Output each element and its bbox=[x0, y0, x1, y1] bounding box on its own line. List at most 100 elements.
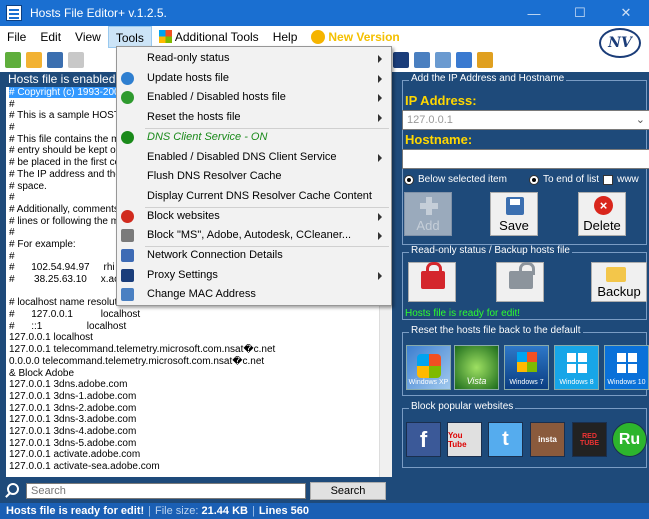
hosts-line-text: 127.0.0.1 3dns.adobe.com bbox=[9, 379, 128, 391]
twitter-icon: t bbox=[502, 428, 509, 450]
tools-menu-item[interactable]: Network Connection Details bbox=[117, 246, 391, 266]
window-title: Hosts File Editor+ v.1.2.5. bbox=[30, 6, 167, 20]
hosts-line-text: # Additionally, comments bbox=[9, 203, 119, 215]
hosts-line-text: & Block Adobe bbox=[9, 367, 75, 379]
hosts-line-text: # This is a sample HOST bbox=[9, 110, 120, 122]
reset-windows-7-button[interactable]: Windows 7 bbox=[504, 345, 549, 390]
hand-icon bbox=[121, 209, 134, 223]
hosts-editor-app-icon bbox=[6, 5, 22, 21]
www-checkbox[interactable] bbox=[603, 174, 614, 185]
block-redtube-button[interactable]: RED TUBE bbox=[572, 422, 607, 457]
reset-windows-8-button[interactable]: Windows 8 bbox=[554, 345, 599, 390]
hosts-line: # ::1 localhost bbox=[9, 321, 392, 333]
menu-bar: File Edit View Tools Additional Tools He… bbox=[0, 26, 649, 48]
edit-icon[interactable] bbox=[435, 52, 451, 68]
hosts-line: 127.0.0.1 3dns-2.adobe.com bbox=[9, 403, 392, 415]
ip-address-input[interactable]: 127.0.0.1 ⌄ bbox=[402, 110, 649, 130]
windows-8-icon bbox=[567, 353, 587, 373]
hosts-line: 127.0.0.1 3dns.adobe.com bbox=[9, 379, 392, 391]
tools-menu-item[interactable]: Read-only status bbox=[117, 49, 391, 69]
block-twitter-button[interactable]: t bbox=[488, 422, 523, 457]
hosts-line: 127.0.0.1 localhost bbox=[9, 332, 392, 344]
menu-view[interactable]: View bbox=[68, 26, 108, 48]
hosts-line-text: 127.0.0.1 telecommand.telemetry.microsof… bbox=[9, 344, 276, 356]
hosts-line-text: # This file contains the m bbox=[9, 133, 120, 145]
reset-windows-10-button[interactable]: Windows 10 bbox=[604, 345, 649, 390]
block-instagram-button[interactable]: insta bbox=[530, 422, 565, 457]
menu-new-version[interactable]: New Version bbox=[304, 26, 406, 48]
maximize-button[interactable]: ☐ bbox=[557, 0, 603, 26]
submenu-arrow-icon bbox=[378, 114, 382, 123]
hosts-line-text: # bbox=[9, 250, 15, 262]
menu-help[interactable]: Help bbox=[266, 26, 305, 48]
tools-menu-item-label: Network Connection Details bbox=[147, 249, 283, 261]
unlock-readonly-button[interactable] bbox=[496, 262, 544, 302]
lock-readonly-button[interactable] bbox=[408, 262, 456, 302]
hosts-line-text: # ::1 localhost bbox=[9, 320, 127, 332]
hosts-line-text: # entry should be kept on bbox=[9, 145, 122, 157]
tools-menu-item[interactable]: Display Current DNS Resolver Cache Conte… bbox=[117, 187, 391, 207]
tools-menu-item[interactable]: Enabled / Disabled DNS Client Service bbox=[117, 148, 391, 168]
tools-menu-item[interactable]: Flush DNS Resolver Cache bbox=[117, 167, 391, 187]
line-count: Lines 560 bbox=[258, 505, 309, 517]
hosts-line-text: 127.0.0.1 localhost bbox=[9, 332, 93, 344]
tools-menu-item[interactable]: DNS Client Service - ON bbox=[117, 127, 391, 148]
reset-windows-xp-button[interactable]: Windows XP bbox=[406, 345, 451, 390]
chevron-down-icon[interactable]: ⌄ bbox=[636, 111, 645, 129]
add-button[interactable]: Add bbox=[404, 192, 452, 236]
tools-menu-item-label: Proxy Settings bbox=[147, 268, 218, 281]
save-button[interactable]: Save bbox=[490, 192, 538, 236]
block-ru-button[interactable]: Ru bbox=[612, 422, 647, 457]
hosts-line-text: 127.0.0.1 3dns-3.adobe.com bbox=[9, 414, 137, 426]
hosts-icon[interactable] bbox=[5, 52, 21, 68]
backup-button[interactable]: Backup bbox=[591, 262, 647, 302]
tools-menu-item[interactable]: Block websites bbox=[117, 206, 391, 227]
proxy-icon[interactable] bbox=[393, 52, 409, 68]
hosts-line-text: # 38.25.63.10 x.ac bbox=[9, 274, 120, 285]
menu-new-version-label: New Version bbox=[328, 30, 400, 44]
tools-menu-item[interactable]: Enabled / Disabled hosts file bbox=[117, 88, 391, 108]
tools-dropdown-menu: Read-only status Update hosts file Enabled… bbox=[116, 46, 392, 306]
tools-menu-item[interactable]: Proxy Settings bbox=[117, 266, 391, 286]
search-input[interactable] bbox=[26, 483, 306, 499]
menu-edit[interactable]: Edit bbox=[33, 26, 68, 48]
save-icon[interactable] bbox=[47, 52, 63, 68]
lock-open-icon bbox=[509, 262, 535, 289]
tools-menu-item[interactable]: Update hosts file bbox=[117, 69, 391, 89]
lock-icon[interactable] bbox=[477, 52, 493, 68]
hosts-line: 127.0.0.1 telecommand.telemetry.microsof… bbox=[9, 344, 392, 356]
close-button[interactable]: ✕ bbox=[603, 0, 649, 26]
hosts-line: 127.0.0.1 3dns-1.adobe.com bbox=[9, 391, 392, 403]
tools-menu-item-label: Reset the hosts file bbox=[147, 111, 241, 124]
hosts-line-text: # be placed in the first co bbox=[9, 157, 121, 169]
block-facebook-button[interactable]: f bbox=[406, 422, 441, 457]
backup-button-label: Backup bbox=[597, 284, 641, 299]
right-panel: Add the IP Address and Hostname IP Addre… bbox=[398, 72, 649, 502]
floppy-disk-icon bbox=[506, 197, 524, 215]
mac-icon[interactable] bbox=[414, 52, 430, 68]
copy-icon[interactable] bbox=[68, 52, 84, 68]
minimize-button[interactable]: — bbox=[511, 0, 557, 26]
delete-button[interactable]: × Delete bbox=[578, 192, 626, 236]
menu-additional-tools[interactable]: Additional Tools bbox=[152, 26, 266, 48]
tools-menu-item[interactable]: Change MAC Address bbox=[117, 285, 391, 305]
clipboard-icon[interactable] bbox=[456, 52, 472, 68]
tools-menu-item[interactable]: Block "MS", Adobe, Autodesk, CCleaner... bbox=[117, 226, 391, 246]
open-folder-icon[interactable] bbox=[26, 52, 42, 68]
hosts-line: & Block Adobe bbox=[9, 368, 392, 380]
menu-file[interactable]: File bbox=[0, 26, 33, 48]
search-button[interactable]: Search bbox=[310, 482, 386, 500]
radio-below-label: Below selected item bbox=[418, 174, 507, 185]
block-youtube-button[interactable]: You Tube bbox=[447, 422, 482, 457]
hosts-line: # 127.0.0.1 localhost bbox=[9, 309, 392, 321]
tools-menu-item[interactable]: Reset the hosts file bbox=[117, 108, 391, 128]
hosts-line-text: # 127.0.0.1 localhost bbox=[9, 309, 141, 321]
radio-end-of-list[interactable] bbox=[528, 174, 539, 185]
www-label: www bbox=[617, 174, 639, 185]
menu-tools[interactable]: Tools bbox=[107, 26, 152, 48]
radio-below-selected[interactable] bbox=[404, 174, 414, 185]
reset-vista-button[interactable]: Vista bbox=[454, 345, 499, 390]
tools-menu-item-label: DNS Client Service - ON bbox=[147, 130, 268, 143]
hostname-input[interactable] bbox=[402, 149, 649, 169]
nv-logo: NV bbox=[599, 28, 641, 58]
